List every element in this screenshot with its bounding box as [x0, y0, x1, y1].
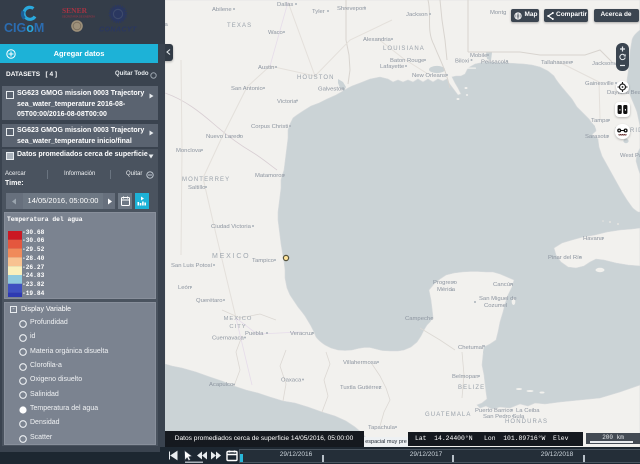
- svg-text:Querétaro: Querétaro: [196, 298, 223, 304]
- svg-text:León: León: [178, 285, 191, 291]
- svg-text:Saltillo: Saltillo: [188, 185, 206, 191]
- svg-text:Gainesville: Gainesville: [585, 81, 615, 87]
- svg-text:Monclova: Monclova: [176, 148, 202, 154]
- svg-text:HONDURAS: HONDURAS: [505, 419, 548, 425]
- svg-text:CONACYT: CONACYT: [99, 25, 137, 34]
- svg-text:BELIZE: BELIZE: [458, 385, 485, 391]
- svg-text:Matamoros: Matamoros: [255, 173, 285, 179]
- svg-text:Acapulco: Acapulco: [209, 382, 234, 388]
- svg-text:Cancún: Cancún: [493, 282, 513, 288]
- svg-text:Lafayette: Lafayette: [380, 64, 405, 70]
- svg-text:Tampa: Tampa: [591, 118, 609, 124]
- svg-text:HOUSTON: HOUSTON: [297, 75, 335, 81]
- svg-text:Tampico: Tampico: [252, 258, 275, 264]
- svg-text:Pinar del Río: Pinar del Río: [548, 255, 583, 261]
- svg-text:Biloxi: Biloxi: [455, 59, 469, 65]
- svg-text:MEXICO: MEXICO: [212, 253, 250, 260]
- svg-text:Villahermosa: Villahermosa: [343, 360, 378, 366]
- svg-text:Tapachula: Tapachula: [368, 425, 396, 431]
- svg-text:Jackson: Jackson: [406, 12, 428, 18]
- svg-text:SECRETARÍA DE ENERGÍA: SECRETARÍA DE ENERGÍA: [62, 15, 95, 19]
- svg-text:Cozumel: Cozumel: [484, 303, 507, 309]
- svg-text:Havana: Havana: [583, 236, 604, 242]
- svg-text:Veracruz: Veracruz: [290, 331, 313, 337]
- svg-text:SENER: SENER: [62, 6, 88, 15]
- svg-text:Jacksonvi: Jacksonvi: [592, 61, 618, 67]
- svg-text:Puebla: Puebla: [245, 331, 264, 337]
- svg-text:Mobile: Mobile: [470, 53, 488, 59]
- svg-text:Dallas: Dallas: [277, 2, 293, 8]
- svg-text:Cuernavaca: Cuernavaca: [212, 336, 244, 342]
- svg-text:Waco: Waco: [268, 30, 284, 36]
- svg-text:Chetumal: Chetumal: [458, 345, 483, 351]
- svg-text:MONTERREY: MONTERREY: [182, 177, 230, 183]
- svg-text:Belmopan: Belmopan: [452, 374, 479, 380]
- svg-text:Progreso: Progreso: [433, 280, 458, 286]
- svg-text:Victoria: Victoria: [277, 99, 297, 105]
- svg-text:CITY: CITY: [229, 324, 246, 330]
- svg-text:Abilene: Abilene: [212, 7, 232, 13]
- svg-text:Pensacola: Pensacola: [481, 60, 509, 66]
- svg-text:New Orleans: New Orleans: [412, 73, 446, 79]
- svg-text:Shreveport: Shreveport: [337, 6, 366, 12]
- svg-text:Tallahassee: Tallahassee: [541, 60, 573, 66]
- svg-text:Alexandria: Alexandria: [363, 37, 392, 43]
- svg-text:Nuevo Laredo: Nuevo Laredo: [206, 134, 244, 140]
- svg-text:San Antonio: San Antonio: [231, 86, 263, 92]
- svg-text:Austin: Austin: [258, 65, 274, 71]
- svg-text:Montg: Montg: [490, 10, 506, 16]
- svg-text:Galveston: Galveston: [318, 87, 345, 93]
- svg-text:Sarasota: Sarasota: [585, 134, 609, 140]
- svg-text:Tuxtla Gutiérrez: Tuxtla Gutiérrez: [340, 385, 382, 391]
- svg-text:GUATEMALA: GUATEMALA: [425, 412, 471, 418]
- svg-text:Tyler: Tyler: [312, 9, 325, 15]
- svg-text:Corpus Christi: Corpus Christi: [251, 124, 288, 130]
- svg-text:San Luis Potosí: San Luis Potosí: [171, 263, 213, 269]
- svg-text:TEXAS: TEXAS: [227, 23, 252, 29]
- svg-text:CIGoM: CIGoM: [4, 21, 44, 35]
- svg-text:West Palm: West Palm: [620, 153, 640, 159]
- svg-text:Ciudad Victoria: Ciudad Victoria: [211, 224, 252, 230]
- svg-text:LOUISIANA: LOUISIANA: [383, 46, 425, 52]
- svg-text:Campeche: Campeche: [405, 316, 434, 322]
- svg-text:San Miguel de: San Miguel de: [479, 296, 517, 302]
- svg-text:Oaxaca: Oaxaca: [281, 378, 302, 384]
- svg-text:MEXICO: MEXICO: [224, 316, 253, 322]
